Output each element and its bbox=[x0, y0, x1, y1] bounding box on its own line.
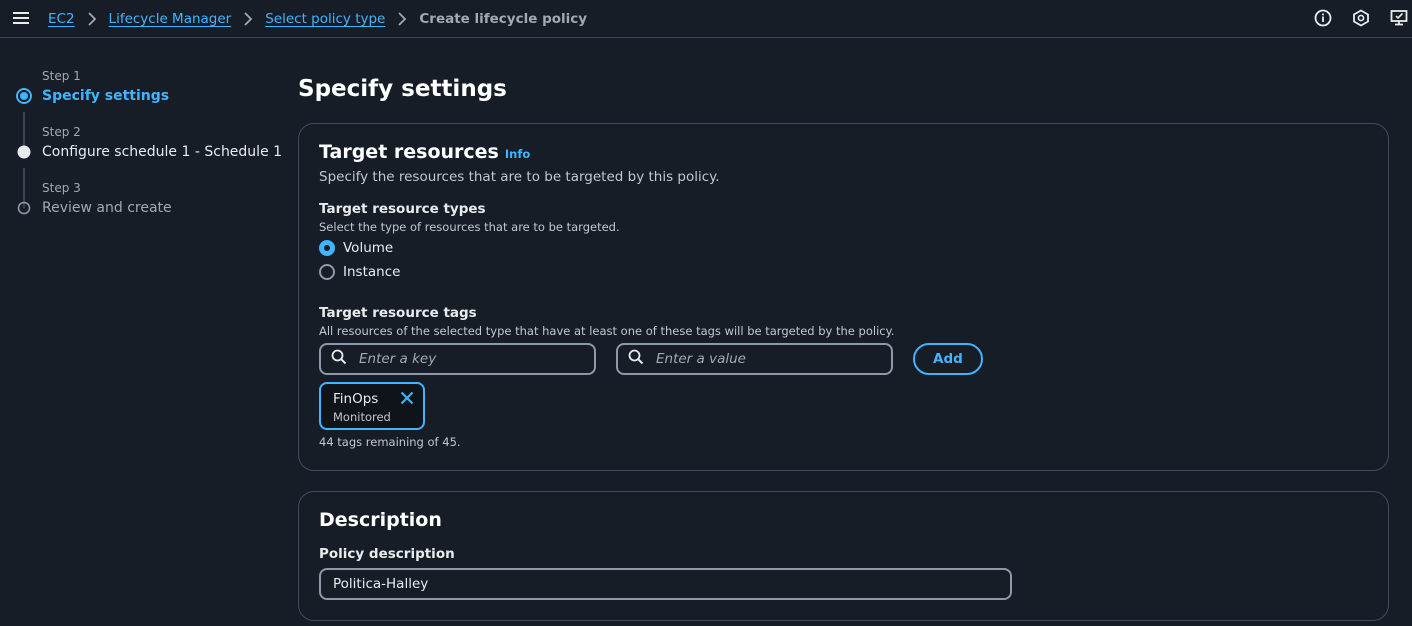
step-number: Step 2 bbox=[42, 125, 81, 139]
section-description: Specify the resources that are to be tar… bbox=[319, 169, 720, 185]
close-icon[interactable] bbox=[399, 390, 415, 406]
active-step-icon bbox=[16, 88, 32, 104]
notifications-icon[interactable] bbox=[1352, 9, 1370, 27]
tag-token-value: Monitored bbox=[333, 410, 391, 424]
description-container: Description Policy description bbox=[298, 491, 1389, 621]
radio-instance[interactable]: Instance bbox=[319, 264, 400, 280]
breadcrumb-item-ec2[interactable]: EC2 bbox=[48, 11, 75, 27]
chevron-right-icon bbox=[81, 11, 103, 27]
breadcrumb-item-select-policy-type[interactable]: Select policy type bbox=[265, 11, 385, 27]
tag-token: FinOps Monitored bbox=[319, 382, 425, 430]
add-tag-button[interactable]: Add bbox=[913, 343, 983, 375]
step-title: Specify settings bbox=[42, 88, 170, 104]
radio-unchecked-icon bbox=[319, 264, 335, 280]
policy-description-input[interactable] bbox=[319, 568, 1012, 600]
feedback-icon[interactable] bbox=[1390, 9, 1408, 27]
section-title: Description bbox=[319, 509, 442, 531]
policy-description-label: Policy description bbox=[319, 546, 455, 562]
tag-token-key: FinOps bbox=[333, 391, 379, 407]
radio-volume[interactable]: Volume bbox=[319, 240, 393, 256]
step-number: Step 3 bbox=[42, 181, 81, 195]
breadcrumb: EC2 Lifecycle Manager Select policy type… bbox=[48, 0, 587, 37]
pending-step-icon bbox=[16, 200, 32, 216]
step-number: Step 1 bbox=[42, 69, 81, 83]
search-icon bbox=[628, 349, 644, 369]
target-resource-types-label: Target resource types bbox=[319, 201, 486, 217]
tag-value-input[interactable] bbox=[654, 350, 874, 368]
page-title: Specify settings bbox=[298, 76, 507, 102]
info-icon[interactable] bbox=[1314, 9, 1332, 27]
search-icon bbox=[331, 349, 347, 369]
radio-checked-icon bbox=[319, 240, 335, 256]
radio-label: Instance bbox=[343, 264, 401, 280]
step-title: Review and create bbox=[42, 200, 172, 216]
visited-step-icon bbox=[16, 144, 32, 160]
tag-value-field[interactable] bbox=[616, 343, 893, 375]
info-link[interactable]: Info bbox=[505, 147, 530, 161]
step-title: Configure schedule 1 - Schedule 1 bbox=[42, 144, 283, 160]
chevron-right-icon bbox=[391, 11, 413, 27]
top-navigation-bar: EC2 Lifecycle Manager Select policy type… bbox=[0, 0, 1412, 38]
menu-icon[interactable] bbox=[12, 9, 30, 27]
tags-remaining-text: 44 tags remaining of 45. bbox=[319, 435, 461, 449]
target-resource-tags-hint: All resources of the selected type that … bbox=[319, 324, 895, 338]
tag-key-field[interactable] bbox=[319, 343, 596, 375]
target-resources-container: Target resources Info Specify the resourc… bbox=[298, 123, 1389, 471]
section-title-text: Target resources bbox=[319, 141, 499, 163]
target-resource-types-hint: Select the type of resources that are to… bbox=[319, 220, 620, 234]
radio-label: Volume bbox=[343, 240, 394, 256]
breadcrumb-current: Create lifecycle policy bbox=[419, 10, 588, 27]
target-resource-tags-label: Target resource tags bbox=[319, 305, 477, 321]
chevron-right-icon bbox=[237, 11, 259, 27]
section-title: Target resources Info bbox=[319, 141, 530, 163]
tag-key-input[interactable] bbox=[357, 350, 577, 368]
breadcrumb-item-lifecycle-manager[interactable]: Lifecycle Manager bbox=[109, 11, 232, 27]
